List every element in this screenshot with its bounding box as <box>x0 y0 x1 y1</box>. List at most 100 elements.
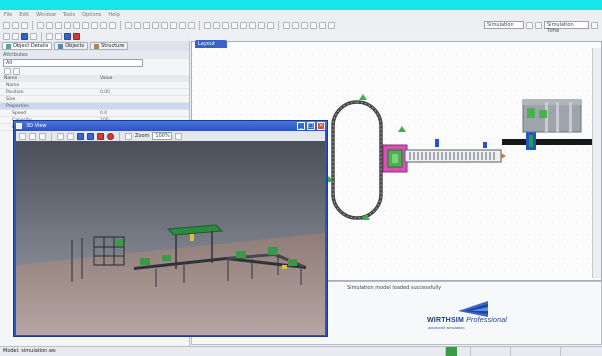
close-button[interactable]: × <box>317 122 325 130</box>
simulation-mode-select[interactable]: Simulation <box>484 21 524 29</box>
tab-label: Structure <box>101 43 125 49</box>
step-icon[interactable] <box>292 21 299 29</box>
window-titlebar[interactable]: 3D View <box>14 121 327 131</box>
apply-icon[interactable] <box>535 21 542 29</box>
conveyor-tool-icon[interactable] <box>73 21 80 29</box>
filter-select[interactable]: All <box>3 59 143 67</box>
sort-icon[interactable] <box>4 67 11 75</box>
new-icon[interactable] <box>3 21 10 29</box>
forward-icon[interactable] <box>55 32 62 40</box>
report-icon[interactable] <box>301 21 308 29</box>
warehouse-building[interactable] <box>522 99 582 133</box>
tab-objects[interactable]: Objects <box>54 42 89 50</box>
menu-help[interactable]: Help <box>108 12 119 18</box>
save-icon[interactable] <box>21 21 28 29</box>
open-icon[interactable] <box>12 21 19 29</box>
record-icon[interactable] <box>107 132 114 140</box>
run-icon[interactable] <box>283 21 290 29</box>
move-icon[interactable] <box>29 132 36 140</box>
buffer-tool-icon[interactable] <box>91 21 98 29</box>
dropdown-icon[interactable] <box>526 21 533 29</box>
align-icon[interactable] <box>161 21 168 29</box>
tab-object-details[interactable]: Object Details <box>2 42 53 50</box>
circle-tool-icon[interactable] <box>64 21 71 29</box>
screenshot-icon[interactable] <box>125 132 132 140</box>
mirror-icon[interactable] <box>188 21 195 29</box>
image-tool-icon[interactable] <box>213 21 220 29</box>
source-tool-icon[interactable] <box>100 21 107 29</box>
chart-icon[interactable] <box>258 21 265 29</box>
export-icon[interactable] <box>310 21 317 29</box>
diagram-scrollbar[interactable] <box>592 48 601 278</box>
rewind-icon[interactable] <box>57 132 64 140</box>
property-name: Properties <box>6 103 29 109</box>
zoom-out-icon[interactable] <box>134 21 141 29</box>
main-toolbar: Simulation Simulation Time <box>0 19 602 34</box>
3d-view-window[interactable]: 3D View _ □ × Zoom 100% <box>13 120 328 337</box>
simulation-time-select[interactable]: Simulation Time <box>544 21 589 34</box>
list-icon[interactable] <box>3 32 10 40</box>
category-icon[interactable] <box>13 67 20 75</box>
camera-icon[interactable] <box>19 132 26 140</box>
tree-icon[interactable] <box>12 32 19 40</box>
property-value[interactable]: 0.0 <box>100 111 107 116</box>
group-icon[interactable] <box>222 21 229 29</box>
step-back-icon[interactable] <box>67 132 74 140</box>
panel-tabs: Object Details Objects Structure <box>0 41 189 51</box>
column-name: Name <box>4 76 18 81</box>
zoom-select[interactable]: 100% <box>152 132 173 140</box>
rotate-icon[interactable] <box>179 21 186 29</box>
text-tool-icon[interactable] <box>204 21 211 29</box>
property-row-selected[interactable]: Properties <box>0 103 189 110</box>
sink-tool-icon[interactable] <box>109 21 116 29</box>
back-icon[interactable] <box>46 32 53 40</box>
line-tool-icon[interactable] <box>46 21 53 29</box>
settings-icon[interactable] <box>319 21 326 29</box>
stop-icon[interactable] <box>73 32 80 40</box>
ungroup-icon[interactable] <box>231 21 238 29</box>
maximize-button[interactable]: □ <box>307 122 315 130</box>
straight-conveyor[interactable] <box>404 149 502 163</box>
select-tool-icon[interactable] <box>37 21 44 29</box>
menu-tools[interactable]: Tools <box>63 12 75 18</box>
pause-icon[interactable] <box>77 132 84 140</box>
menu-window[interactable]: Window <box>36 12 56 18</box>
property-value[interactable]: 0.00 <box>100 90 110 95</box>
play-3d-icon[interactable] <box>87 132 94 140</box>
fit-icon[interactable] <box>143 21 150 29</box>
wirthsim-logo-text: WIRTHSIM Professional <box>427 317 507 324</box>
property-row[interactable]: Speed 0.0 <box>0 110 189 117</box>
property-row[interactable]: Position 0.00 <box>0 89 189 96</box>
layout-icon[interactable] <box>30 32 37 40</box>
sensor-marker[interactable] <box>435 139 439 147</box>
play-icon[interactable] <box>64 32 71 40</box>
grid-icon[interactable] <box>152 21 159 29</box>
view-icon[interactable] <box>21 32 28 40</box>
property-row[interactable]: Name <box>0 82 189 89</box>
stop-3d-icon[interactable] <box>97 132 104 140</box>
help-icon[interactable] <box>328 21 335 29</box>
properties-icon[interactable] <box>249 21 256 29</box>
rect-tool-icon[interactable] <box>55 21 62 29</box>
sensor-marker[interactable] <box>483 142 487 148</box>
3d-viewport[interactable] <box>16 141 325 335</box>
zoom-in-icon[interactable] <box>125 21 132 29</box>
tab-layout[interactable]: Layout <box>195 40 227 48</box>
distribute-icon[interactable] <box>170 21 177 29</box>
tab-structure[interactable]: Structure <box>90 42 129 50</box>
minimize-button[interactable]: _ <box>297 122 305 130</box>
layer-icon[interactable] <box>240 21 247 29</box>
loading-station[interactable] <box>382 144 408 173</box>
property-row[interactable]: Size <box>0 96 189 103</box>
toolbar-separator <box>119 131 120 141</box>
status-field <box>510 347 550 356</box>
menu-options[interactable]: Options <box>82 12 101 18</box>
view-options-icon[interactable] <box>175 132 183 140</box>
maximize-icon[interactable] <box>591 21 598 29</box>
menu-edit[interactable]: Edit <box>19 12 29 18</box>
console-message: Simulation model loaded successfully <box>347 285 442 291</box>
station-tool-icon[interactable] <box>82 21 89 29</box>
menu-file[interactable]: File <box>4 12 12 18</box>
rotate-view-icon[interactable] <box>39 132 46 140</box>
table-icon[interactable] <box>267 21 274 29</box>
